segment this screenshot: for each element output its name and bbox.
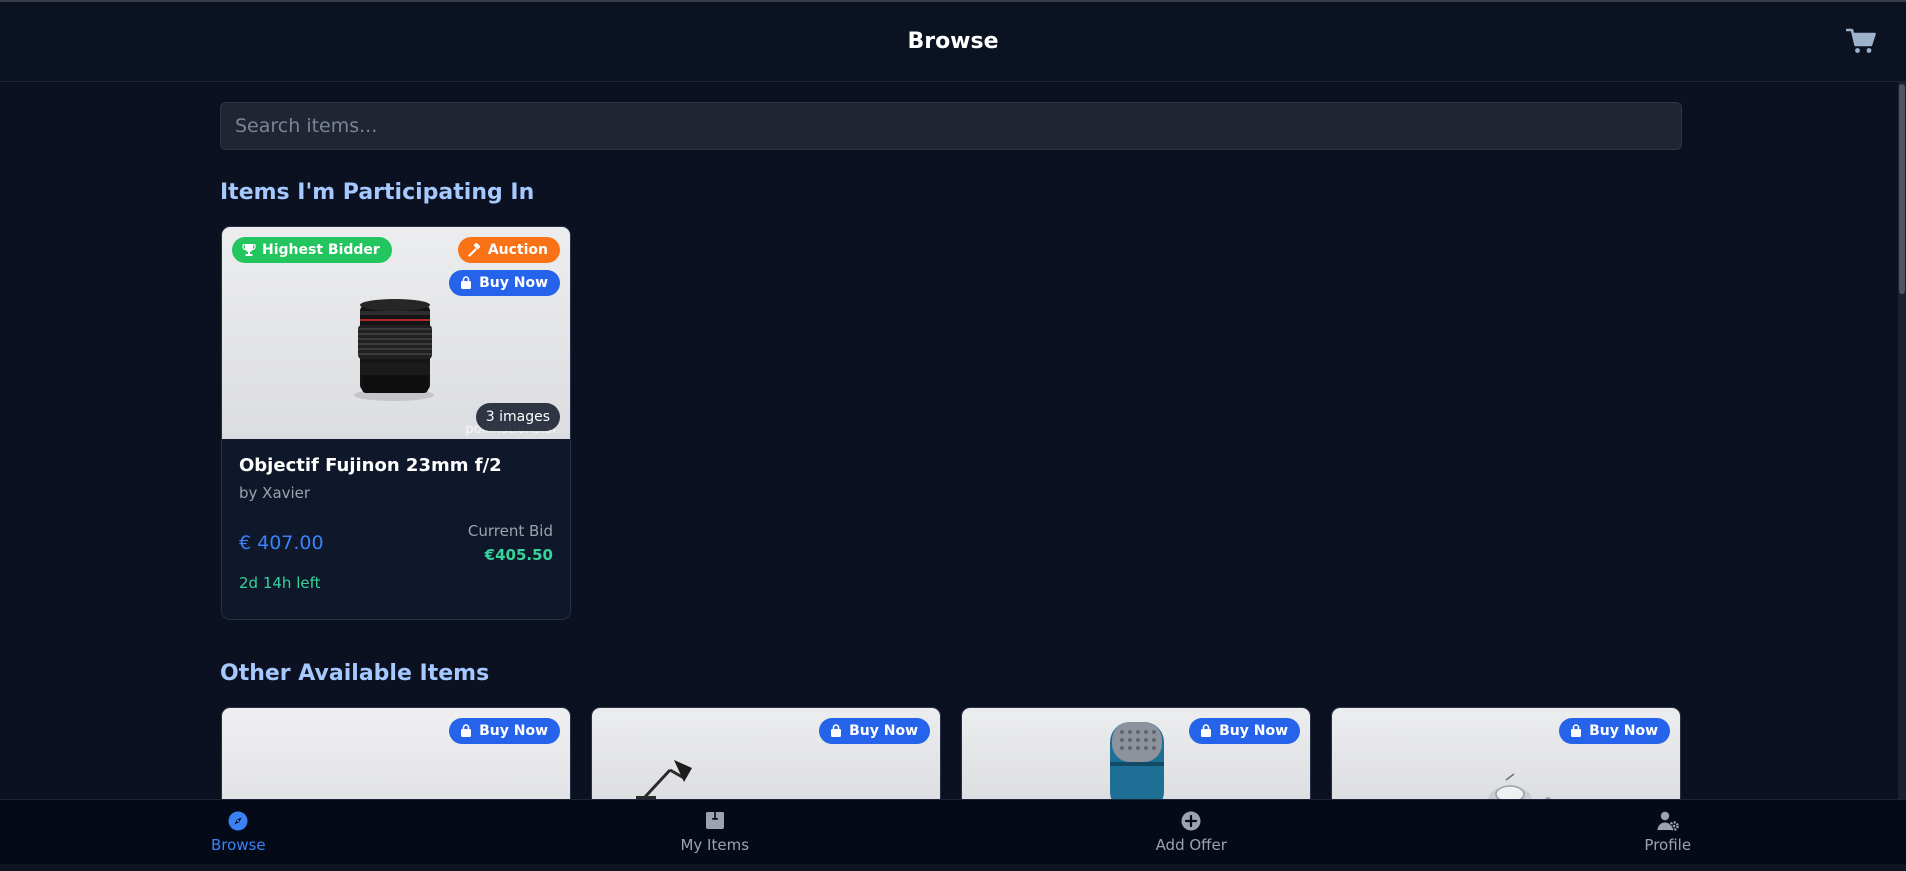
auction-label: Auction bbox=[487, 242, 548, 258]
shopping-bag-icon bbox=[831, 724, 842, 737]
page-title: Browse bbox=[907, 29, 999, 54]
item-image[interactable]: Buy Now bbox=[962, 708, 1310, 808]
plus-circle-icon bbox=[1181, 811, 1201, 831]
window-bottom-edge bbox=[0, 864, 1906, 871]
buy-now-badge[interactable]: Buy Now bbox=[449, 718, 560, 744]
highest-bidder-badge: Highest Bidder bbox=[232, 237, 392, 263]
item-price: € 407.00 bbox=[239, 532, 324, 554]
gavel-icon bbox=[468, 243, 481, 257]
shopping-bag-icon bbox=[461, 724, 472, 737]
buy-now-label: Buy Now bbox=[1589, 723, 1658, 739]
scrollbar-thumb[interactable] bbox=[1899, 84, 1905, 294]
price-row: € 407.00 Current Bid €405.50 bbox=[239, 522, 553, 564]
nav-my-items[interactable]: My Items bbox=[477, 800, 954, 864]
image-count-badge: 3 images bbox=[475, 403, 560, 431]
cart-button[interactable] bbox=[1844, 26, 1878, 56]
item-details: Objectif Fujinon 23mm f/2 by Xavier € 40… bbox=[222, 439, 570, 606]
box-icon bbox=[705, 812, 724, 829]
buy-now-badge[interactable]: Buy Now bbox=[1189, 718, 1300, 744]
nav-add-offer-label: Add Offer bbox=[1155, 836, 1227, 854]
current-bid: Current Bid €405.50 bbox=[468, 522, 553, 564]
item-image[interactable]: Buy Now bbox=[222, 708, 570, 808]
nav-browse[interactable]: Browse bbox=[0, 800, 477, 864]
shopping-bag-icon bbox=[1201, 724, 1212, 737]
buy-now-label: Buy Now bbox=[1219, 723, 1288, 739]
bottom-navigation: Browse My Items Add Offer Profile bbox=[0, 799, 1906, 864]
current-bid-label: Current Bid bbox=[467, 522, 553, 540]
item-title: Objectif Fujinon 23mm f/2 bbox=[239, 455, 502, 476]
item-image[interactable]: Highest Bidder Auction Buy Now pollinati… bbox=[222, 227, 570, 439]
item-image[interactable]: Buy Now bbox=[1332, 708, 1680, 808]
shopping-bag-icon bbox=[461, 276, 472, 289]
compass-icon bbox=[228, 811, 248, 831]
time-left: 2d 14h left bbox=[239, 574, 321, 592]
buy-now-label: Buy Now bbox=[849, 723, 918, 739]
nav-profile[interactable]: Profile bbox=[1430, 800, 1906, 864]
nav-browse-label: Browse bbox=[210, 836, 266, 854]
nav-my-items-label: My Items bbox=[680, 836, 750, 854]
item-seller: by Xavier bbox=[239, 484, 311, 502]
search-input[interactable] bbox=[220, 102, 1682, 150]
current-bid-value: €405.50 bbox=[484, 546, 553, 564]
item-card-fujinon[interactable]: Highest Bidder Auction Buy Now pollinati… bbox=[221, 226, 571, 620]
nav-profile-label: Profile bbox=[1644, 836, 1692, 854]
buy-now-badge[interactable]: Buy Now bbox=[1559, 718, 1670, 744]
item-image[interactable]: Buy Now bbox=[592, 708, 940, 808]
section-title-participating: Items I'm Participating In bbox=[220, 180, 535, 205]
cart-icon bbox=[1846, 28, 1876, 53]
buy-now-label: Buy Now bbox=[479, 275, 548, 291]
user-settings-icon bbox=[1657, 811, 1679, 831]
buy-now-badge[interactable]: Buy Now bbox=[449, 270, 560, 296]
top-header: Browse bbox=[0, 2, 1906, 82]
section-title-other: Other Available Items bbox=[220, 661, 490, 686]
nav-add-offer[interactable]: Add Offer bbox=[953, 800, 1430, 864]
auction-badge: Auction bbox=[457, 237, 560, 263]
buy-now-label: Buy Now bbox=[479, 723, 548, 739]
highest-bidder-label: Highest Bidder bbox=[262, 242, 380, 258]
buy-now-badge[interactable]: Buy Now bbox=[819, 718, 930, 744]
shopping-bag-icon bbox=[1571, 724, 1582, 737]
trophy-icon bbox=[242, 244, 256, 256]
